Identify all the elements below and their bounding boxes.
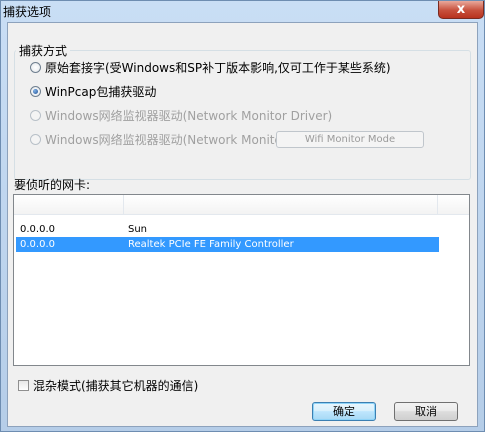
nic-ip: 0.0.0.0	[20, 239, 55, 250]
radio-button[interactable]	[30, 61, 41, 73]
list-item[interactable]: 0.0.0.0 Sun	[16, 222, 439, 237]
dialog-window: 捕获选项 x 原始套接字(受Windows和SP补丁版本影响,仅可工作于某些系统…	[0, 0, 485, 432]
radio-winpcap[interactable]: WinPcap包捕获驱动	[30, 83, 156, 99]
capture-mode-group-title: 捕获方式	[16, 42, 71, 59]
radio-label-winpcap: WinPcap包捕获驱动	[45, 84, 157, 99]
radio-button-disabled	[30, 133, 41, 145]
radio-button-disabled	[30, 109, 41, 121]
radio-raw-socket[interactable]: 原始套接字(受Windows和SP补丁版本影响,仅可工作于某些系统)	[30, 59, 391, 75]
wifi-monitor-mode-button: Wifi Monitor Mode	[276, 131, 424, 148]
nic-name: Realtek PCIe FE Family Controller	[128, 239, 294, 250]
nic-ip: 0.0.0.0	[20, 224, 55, 235]
radio-label-netmon: Windows网络监视器驱动(Network Monitor Driver)	[45, 108, 333, 123]
column-header-filler	[438, 195, 471, 214]
close-button[interactable]: x	[438, 1, 484, 19]
ok-button[interactable]: 确定	[312, 402, 376, 421]
promiscuous-mode-option[interactable]: 混杂模式(捕获其它机器的通信)	[18, 377, 198, 393]
close-icon: x	[456, 2, 466, 17]
dialog-client-area: 原始套接字(受Windows和SP补丁版本影响,仅可工作于某些系统) WinPc…	[7, 22, 478, 427]
cancel-button[interactable]: 取消	[394, 402, 458, 421]
promiscuous-mode-checkbox[interactable]	[18, 379, 29, 391]
radio-label-raw-socket: 原始套接字(受Windows和SP补丁版本影响,仅可工作于某些系统)	[45, 60, 391, 75]
capture-mode-group: 原始套接字(受Windows和SP补丁版本影响,仅可工作于某些系统) WinPc…	[14, 50, 471, 180]
radio-button-checked[interactable]	[30, 85, 41, 97]
column-header-name[interactable]	[124, 195, 438, 214]
promiscuous-mode-label: 混杂模式(捕获其它机器的通信)	[33, 378, 199, 393]
nic-name: Sun	[128, 224, 148, 235]
window-title: 捕获选项	[3, 5, 52, 19]
radio-netmon-driver: Windows网络监视器驱动(Network Monitor Driver)	[30, 107, 332, 123]
nic-list-label: 要侦听的网卡:	[14, 178, 91, 192]
list-item-selected[interactable]: 0.0.0.0 Realtek PCIe FE Family Controlle…	[16, 237, 439, 252]
column-header-ip[interactable]	[14, 195, 124, 214]
title-bar[interactable]: 捕获选项 x	[1, 1, 484, 21]
list-header	[14, 195, 469, 215]
nic-list[interactable]: 0.0.0.0 Sun 0.0.0.0 Realtek PCIe FE Fami…	[13, 194, 470, 366]
